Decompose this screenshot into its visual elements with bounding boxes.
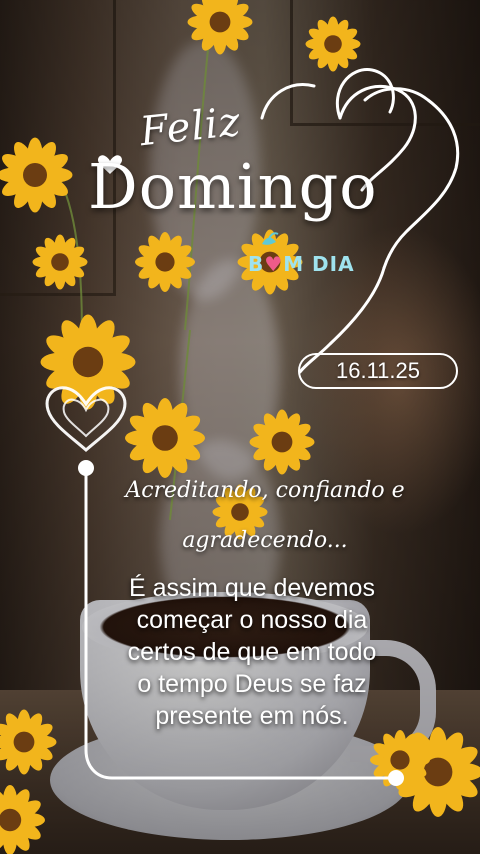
message-line: certos de que em todo — [127, 638, 377, 666]
message-line: É assim que devemos — [129, 574, 375, 602]
title-small: Feliz — [137, 98, 244, 156]
greeting-label: B♥M DIA — [248, 252, 355, 276]
script-line-1: Acreditando, confiando e — [125, 478, 405, 503]
greeting-card: Feliz Domingo B♥M DIA 16.11.25 Acreditan… — [0, 0, 480, 854]
message-line: o tempo Deus se faz — [137, 670, 367, 698]
message-line: presente em nós. — [155, 702, 349, 730]
greeting-part-left: B — [248, 252, 265, 276]
date-badge: 16.11.25 — [298, 353, 458, 389]
date-text: 16.11.25 — [335, 358, 420, 383]
heart-icon: ♥ — [264, 252, 284, 276]
script-line-2: agradecendo... — [182, 528, 348, 553]
greeting-part-right: M DIA — [283, 252, 355, 276]
title-large: Domingo — [88, 150, 378, 223]
message-text: É assim que devemos começar o nosso dia … — [92, 572, 412, 732]
message-line: começar o nosso dia — [136, 606, 368, 634]
